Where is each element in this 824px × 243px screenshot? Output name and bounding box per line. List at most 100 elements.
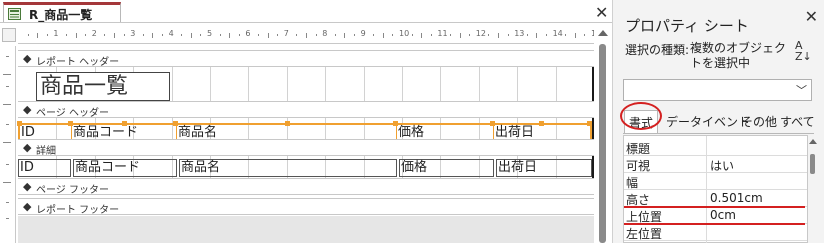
property-name: 幅: [626, 176, 639, 190]
selection-type-label: 選択の種類:: [625, 43, 690, 57]
property-grid: 標題 可視 はい 幅 高さ 0.501cm 上位置 0cm 左位置: [623, 135, 808, 243]
property-value[interactable]: 0cm: [710, 208, 736, 222]
ruler-tick: [3, 74, 11, 75]
ruler-number: 13: [514, 29, 525, 38]
ruler-tick: [546, 34, 547, 36]
tab-all[interactable]: すべて: [780, 110, 815, 134]
section-bar-report-footer[interactable]: ◆ レポート フッター: [18, 198, 594, 216]
resize-handle[interactable]: [68, 121, 73, 126]
sort-az-icon[interactable]: A Z↓: [795, 40, 812, 62]
close-icon[interactable]: ✕: [805, 9, 818, 25]
object-select-combo[interactable]: ﹀: [623, 79, 812, 101]
property-row[interactable]: 幅: [624, 173, 807, 190]
section-label-page-footer: ページ フッター: [36, 185, 109, 196]
ruler-tick: [66, 34, 67, 36]
selection-type-value: 複数のオブジェクトを選択中: [690, 41, 787, 70]
ruler-tick: [421, 32, 423, 38]
detail-field-id[interactable]: ID: [18, 159, 71, 177]
ruler-tick: [565, 34, 567, 36]
grid-line: [440, 67, 442, 102]
section-bar-page-footer[interactable]: ◆ ページ フッター: [18, 178, 594, 196]
report-title-label[interactable]: 商品一覧: [36, 72, 170, 101]
report-header-area[interactable]: 商品一覧: [18, 67, 595, 102]
ruler-tick: [123, 34, 125, 36]
resize-handle[interactable]: [490, 121, 495, 126]
detail-field-price[interactable]: 価格: [399, 159, 494, 177]
ruler-tick: [142, 34, 144, 36]
section-label-detail: 詳細: [36, 146, 56, 157]
section-bar-page-header[interactable]: ◆ ページ ヘッダー: [18, 101, 594, 119]
ruler-tick: [114, 32, 115, 38]
property-row[interactable]: 可視 はい: [624, 156, 807, 173]
scroll-thumb[interactable]: [810, 154, 815, 174]
ruler-tick: [6, 124, 9, 125]
grid-line: [210, 67, 211, 102]
ruler-tick: [344, 32, 346, 38]
select-report-box[interactable]: [2, 28, 16, 42]
scroll-up-icon[interactable]: [598, 30, 608, 36]
section-bar-report-header[interactable]: ◆ レポート ヘッダー: [18, 50, 594, 68]
ruler-tick: [3, 142, 11, 143]
annotation-underline: [624, 223, 805, 225]
designer-vertical-scrollbar[interactable]: [594, 26, 612, 243]
property-scrollbar[interactable]: [809, 137, 817, 241]
tab-other[interactable]: その他: [741, 110, 777, 134]
section-label-report-header: レポート ヘッダー: [36, 57, 120, 68]
close-icon[interactable]: ✕: [595, 5, 608, 21]
tab-data[interactable]: データ: [666, 110, 702, 134]
grid-line: [286, 67, 288, 102]
horizontal-ruler[interactable]: 123456789101112131415: [18, 26, 601, 44]
ruler-tick: [258, 34, 259, 36]
scroll-up-icon[interactable]: [809, 139, 817, 144]
grid-line: [478, 67, 480, 102]
property-row[interactable]: 上位置 0cm: [624, 207, 807, 224]
resize-handle[interactable]: [122, 121, 127, 126]
section-bar-detail[interactable]: ◆ 詳細: [18, 139, 594, 157]
ruler-tick: [267, 32, 269, 38]
ruler-tick: [315, 34, 317, 36]
resize-handle[interactable]: [17, 121, 22, 126]
resize-handle[interactable]: [285, 121, 290, 126]
ruler-number: 5: [207, 29, 213, 38]
ruler-tick: [85, 34, 87, 36]
detail-field-code[interactable]: 商品コード: [73, 159, 177, 177]
resize-handle[interactable]: [539, 121, 544, 126]
ruler-tick: [27, 34, 29, 36]
property-row[interactable]: 標題: [624, 139, 807, 156]
ruler-tick: [6, 202, 9, 203]
grid-line: [325, 67, 327, 102]
property-row[interactable]: 高さ 0.501cm: [624, 190, 807, 207]
ruler-tick: [459, 32, 461, 38]
ruler-tick: [306, 32, 307, 38]
annotation-circle: [620, 102, 662, 130]
detail-field-ship-date[interactable]: 出荷日: [496, 159, 592, 177]
resize-handle[interactable]: [173, 121, 178, 126]
ruler-tick: [162, 34, 163, 36]
ruler-tick: [411, 34, 413, 36]
resize-handle[interactable]: [393, 121, 398, 126]
ruler-tick: [238, 34, 240, 36]
detail-field-name[interactable]: 商品名: [179, 159, 397, 177]
property-name: 左位置: [626, 227, 663, 241]
detail-area[interactable]: ID 商品コード 商品名 価格 出荷日: [18, 156, 595, 180]
ruler-number: 12: [475, 29, 486, 38]
ruler-tick: [37, 32, 39, 38]
ruler-number: 14: [552, 29, 563, 38]
ruler-tick: [3, 182, 11, 183]
ruler-tick: [392, 34, 394, 36]
document-tab[interactable]: R_商品一覧: [3, 2, 121, 23]
chevron-down-icon[interactable]: ﹀: [796, 82, 807, 98]
grid-line: [517, 67, 519, 102]
ruler-tick: [450, 34, 451, 36]
scroll-thumb[interactable]: [599, 44, 606, 243]
vertical-ruler[interactable]: [0, 46, 16, 243]
property-value[interactable]: 0.501cm: [710, 191, 763, 205]
ruler-number: 8: [322, 29, 328, 38]
section-arrow-icon: ◆: [23, 180, 32, 193]
ruler-tick: [6, 218, 9, 219]
ruler-number: 10: [399, 29, 410, 38]
section-arrow-icon: ◆: [23, 52, 32, 65]
property-row[interactable]: 左位置: [624, 224, 807, 241]
ruler-tick: [219, 34, 221, 36]
property-value[interactable]: はい: [710, 157, 734, 174]
